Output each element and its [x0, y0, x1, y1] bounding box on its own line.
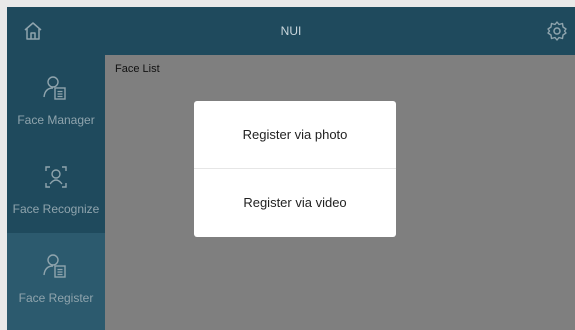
sidebar-item-label: Face Recognize — [12, 202, 100, 216]
sidebar-item-label: Face Register — [18, 291, 94, 305]
sidebar-item-face-recognize[interactable]: Face Recognize — [7, 144, 105, 233]
main-content: Face List Register via photo Register vi… — [105, 55, 575, 330]
app-window: NUI Face Manager Face Recognize Face Reg… — [7, 7, 575, 330]
register-via-photo-button[interactable]: Register via photo — [194, 101, 396, 168]
sidebar: Face Manager Face Recognize Face Registe… — [7, 55, 105, 330]
sidebar-item-face-manager[interactable]: Face Manager — [7, 55, 105, 144]
app-title: NUI — [280, 24, 302, 38]
page-title: Face List — [115, 63, 160, 75]
face-scan-icon — [45, 166, 67, 188]
register-dialog: Register via photo Register via video — [194, 101, 396, 237]
face-list-icon — [43, 76, 66, 100]
sidebar-item-face-register[interactable]: Face Register — [7, 233, 105, 330]
register-via-video-button[interactable]: Register via video — [194, 169, 396, 236]
top-bar: NUI — [7, 7, 575, 55]
gear-icon[interactable] — [545, 19, 569, 43]
face-list-icon — [43, 254, 66, 278]
sidebar-item-label: Face Manager — [17, 113, 95, 127]
